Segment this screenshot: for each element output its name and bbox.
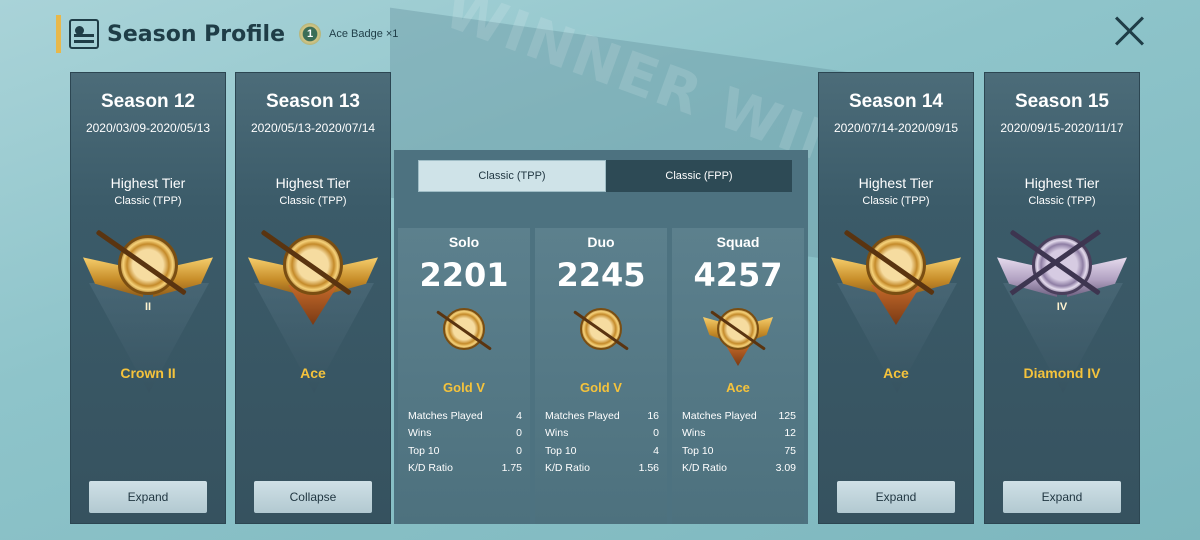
diamond-tier-emblem-icon: IV bbox=[997, 225, 1127, 335]
tier-mode: Classic (TPP) bbox=[862, 195, 930, 207]
ace-tier-emblem-icon bbox=[703, 302, 773, 368]
mode-score: 2245 bbox=[556, 256, 646, 294]
stats-list: Matches Played 16 Wins 0 Top 10 4 K/D Ratio… bbox=[545, 407, 659, 477]
stats-list: Matches Played 125 Wins 12 Top 10 75 K/D Ra… bbox=[682, 407, 796, 477]
tier-name: Diamond IV bbox=[1023, 365, 1101, 381]
mode-name: Squad bbox=[716, 234, 760, 250]
tab-classic-tpp[interactable]: Classic (TPP) bbox=[418, 160, 606, 192]
season-dates: 2020/05/13-2020/07/14 bbox=[250, 121, 376, 135]
season-dates: 2020/03/09-2020/05/13 bbox=[85, 121, 211, 135]
stat-row: Top 10 75 bbox=[682, 444, 796, 457]
tab-classic-fpp[interactable]: Classic (FPP) bbox=[606, 160, 792, 192]
stats-list: Matches Played 4 Wins 0 Top 10 0 K/D Ratio 1… bbox=[408, 407, 522, 477]
season-dates: 2020/09/15-2020/11/17 bbox=[1000, 121, 1124, 135]
season-name: Season 14 bbox=[849, 91, 943, 112]
highest-tier-label: Highest Tier bbox=[275, 175, 351, 191]
stat-row: K/D Ratio 1.75 bbox=[408, 462, 522, 475]
header-accent-bar bbox=[56, 15, 61, 53]
tier-mode: Classic (TPP) bbox=[1028, 195, 1096, 207]
collapse-button[interactable]: Collapse bbox=[254, 481, 372, 513]
tier-mode: Classic (TPP) bbox=[279, 195, 347, 207]
ace-tier-emblem-icon bbox=[831, 225, 961, 335]
season-name: Season 15 bbox=[1015, 91, 1109, 112]
season-card-12: Season 12 2020/03/09-2020/05/13 Highest … bbox=[70, 72, 226, 524]
stat-row: Wins 12 bbox=[682, 427, 796, 440]
season-card-13: Season 13 2020/05/13-2020/07/14 Highest … bbox=[235, 72, 391, 524]
season-card-14: Season 14 2020/07/14-2020/09/15 Highest … bbox=[818, 72, 974, 524]
highest-tier-label: Highest Tier bbox=[1024, 175, 1100, 191]
expand-button[interactable]: Expand bbox=[89, 481, 207, 513]
highest-tier-label: Highest Tier bbox=[110, 175, 186, 191]
stat-row: Wins 0 bbox=[408, 427, 522, 440]
stat-row: Wins 0 bbox=[545, 427, 659, 440]
mode-name: Solo bbox=[448, 234, 480, 250]
mode-tabs: Classic (TPP) Classic (FPP) bbox=[418, 160, 792, 192]
ace-tier-emblem-icon bbox=[248, 225, 378, 335]
stat-row: K/D Ratio 1.56 bbox=[545, 462, 659, 475]
expand-button[interactable]: Expand bbox=[837, 481, 955, 513]
tier-name: Ace bbox=[883, 365, 909, 381]
stat-row: Matches Played 125 bbox=[682, 409, 796, 422]
gold-tier-emblem-icon bbox=[566, 302, 636, 368]
highest-tier-label: Highest Tier bbox=[858, 175, 934, 191]
season-card-15: Season 15 2020/09/15-2020/11/17 Highest … bbox=[984, 72, 1140, 524]
mode-tier: Gold V bbox=[443, 380, 485, 395]
mode-tier: Gold V bbox=[580, 380, 622, 395]
profile-card-icon bbox=[69, 19, 99, 49]
tier-numeral: IV bbox=[1056, 301, 1068, 313]
crown-tier-emblem-icon: II bbox=[83, 225, 213, 335]
tier-name: Ace bbox=[300, 365, 326, 381]
mode-tier: Ace bbox=[726, 380, 750, 395]
close-icon[interactable] bbox=[1112, 14, 1146, 48]
expand-button[interactable]: Expand bbox=[1003, 481, 1121, 513]
mode-column-duo: Duo 2245 Gold V Matches Played 16 Wins 0 T… bbox=[535, 228, 667, 524]
gold-tier-emblem-icon bbox=[429, 302, 499, 368]
stat-row: K/D Ratio 3.09 bbox=[682, 462, 796, 475]
season-name: Season 13 bbox=[266, 91, 360, 112]
tier-name: Crown II bbox=[120, 365, 176, 381]
page-title: Season Profile bbox=[107, 21, 285, 47]
mode-column-solo: Solo 2201 Gold V Matches Played 4 Wins 0 T… bbox=[398, 228, 530, 524]
mode-score: 4257 bbox=[693, 256, 783, 294]
season-name: Season 12 bbox=[101, 91, 195, 112]
season-13-details-panel: Classic (TPP) Classic (FPP) Solo 2201 Go… bbox=[394, 150, 808, 524]
ace-badge-icon: 1 bbox=[299, 23, 321, 45]
tier-mode: Classic (TPP) bbox=[114, 195, 182, 207]
mode-column-squad: Squad 4257 Ace Matches Played 125 Wins 12 … bbox=[672, 228, 804, 524]
stat-row: Matches Played 4 bbox=[408, 409, 522, 422]
stat-row: Top 10 0 bbox=[408, 444, 522, 457]
ace-badge-count: Ace Badge ×1 bbox=[329, 28, 399, 40]
stat-row: Top 10 4 bbox=[545, 444, 659, 457]
header: Season Profile 1 Ace Badge ×1 bbox=[56, 14, 398, 54]
mode-score: 2201 bbox=[419, 256, 509, 294]
season-dates: 2020/07/14-2020/09/15 bbox=[833, 121, 959, 135]
mode-name: Duo bbox=[587, 234, 615, 250]
tier-numeral: II bbox=[144, 301, 152, 313]
stat-row: Matches Played 16 bbox=[545, 409, 659, 422]
